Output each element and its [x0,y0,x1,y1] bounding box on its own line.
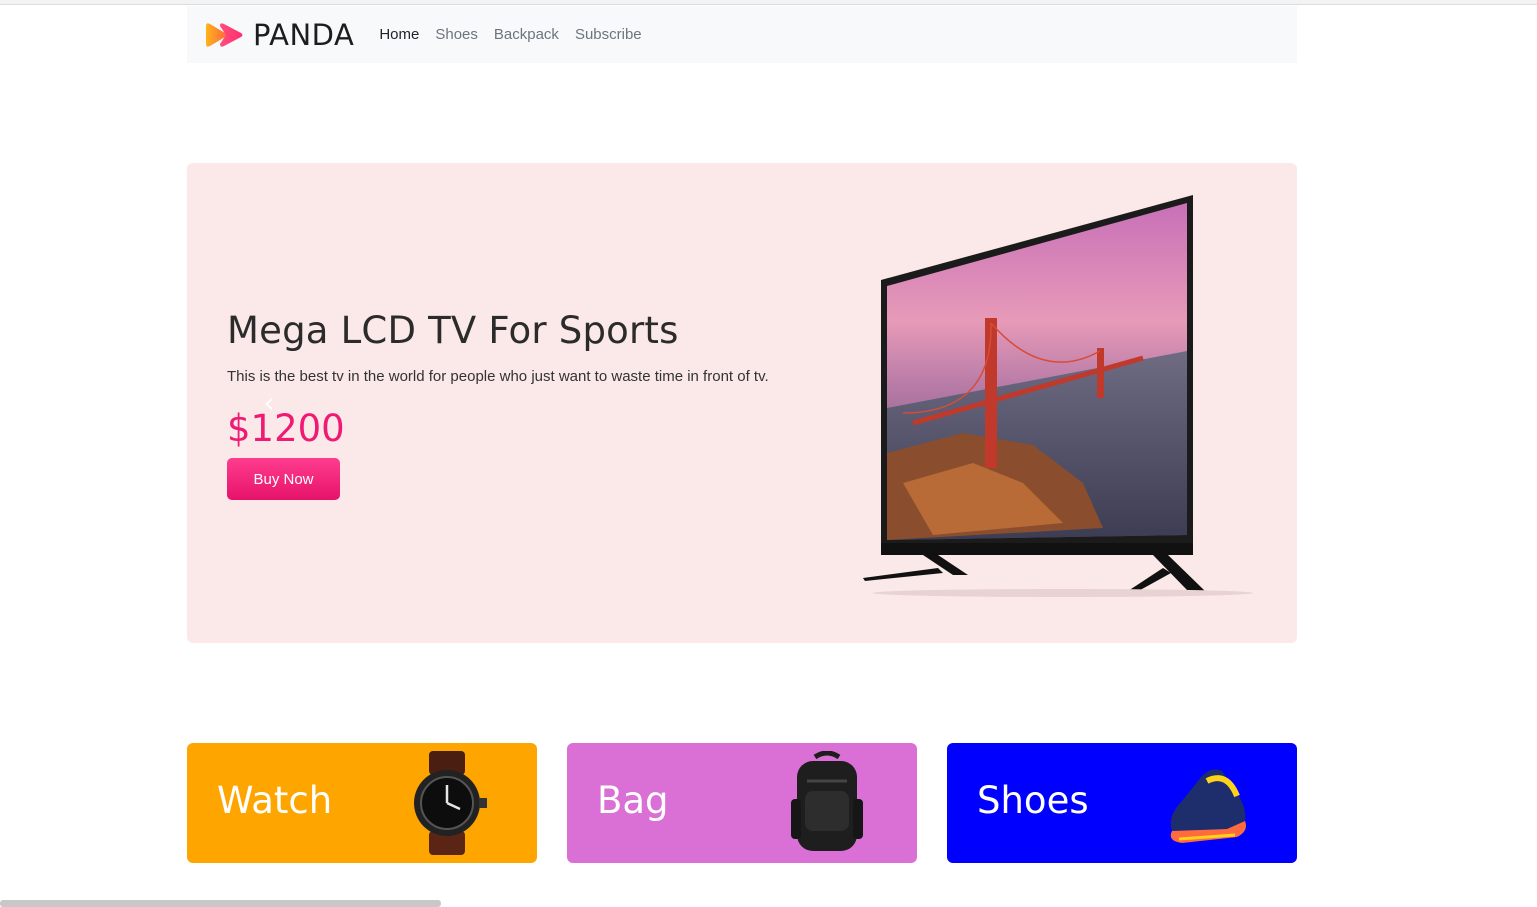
brand-name: PANDA [253,17,355,52]
brand-logo-icon [206,22,243,47]
category-label-watch: Watch [217,779,333,822]
category-card-bag[interactable]: Bag [567,743,917,863]
category-label-bag: Bag [597,779,669,822]
nav-link-subscribe[interactable]: Subscribe [575,26,642,43]
hero-caption: Mega LCD TV For Sports This is the best … [227,309,847,500]
horizontal-scrollbar[interactable] [0,900,441,907]
brand[interactable]: PANDA [203,18,354,52]
navbar: PANDA Home Shoes Backpack Subscribe [187,6,1297,63]
sneaker-icon [1170,769,1246,843]
watch-icon [414,751,487,855]
nav-link-home[interactable]: Home [379,26,419,43]
chevron-left-icon[interactable]: ‹ [259,388,279,418]
category-label-shoes: Shoes [977,779,1089,822]
hero-description: This is the best tv in the world for peo… [227,368,769,385]
backpack-icon [791,751,863,851]
category-card-watch[interactable]: Watch [187,743,537,863]
hero-title: Mega LCD TV For Sports [227,309,679,352]
nav-link-backpack[interactable]: Backpack [494,26,559,43]
tv-product-image [843,183,1255,603]
browser-top-edge [0,0,1537,5]
nav-links: Home Shoes Backpack Subscribe [379,26,657,43]
hero-carousel: Mega LCD TV For Sports This is the best … [187,163,1297,643]
nav-link-shoes[interactable]: Shoes [435,26,478,43]
buy-now-button[interactable]: Buy Now [227,458,340,500]
category-card-shoes[interactable]: Shoes [947,743,1297,863]
hero-price: $1200 [227,407,345,450]
